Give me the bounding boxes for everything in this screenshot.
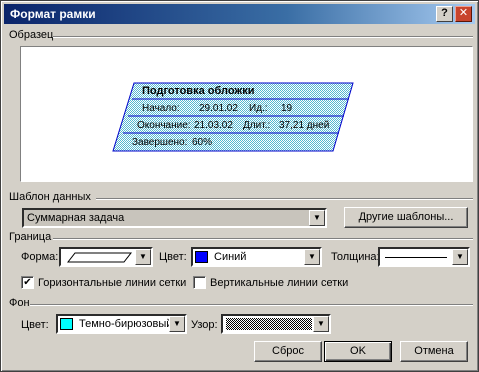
ok-button[interactable]: OK: [324, 341, 392, 362]
sample-separator: [53, 36, 473, 38]
chevron-down-icon[interactable]: ▼: [313, 316, 329, 332]
preview-duration-label: Длит.:: [243, 120, 271, 131]
vertical-gridlines-label: Вертикальные линии сетки: [210, 277, 349, 289]
border-section-label: Граница: [9, 231, 52, 243]
sample-preview: Подготовка обложки Начало: 29.01.02 Ид.:…: [20, 46, 473, 182]
border-color-dropdown[interactable]: Синий ▼: [191, 247, 322, 267]
pattern-label: Узор:: [191, 319, 218, 331]
line-thickness-icon: [385, 257, 447, 258]
thickness-dropdown[interactable]: ▼: [378, 247, 470, 267]
data-template-separator: [96, 198, 473, 200]
border-color-value: Синий: [214, 251, 247, 263]
background-color-label: Цвет:: [21, 319, 49, 331]
blue-color-swatch: [195, 251, 208, 263]
horizontal-gridlines-label: Горизонтальные линии сетки: [38, 277, 187, 289]
border-separator: [53, 238, 473, 240]
chevron-down-icon[interactable]: ▼: [169, 316, 185, 332]
preview-duration-value: 37,21 дней: [279, 120, 330, 131]
chevron-down-icon[interactable]: ▼: [309, 210, 325, 226]
shape-dropdown[interactable]: ▼: [59, 247, 153, 267]
thickness-label: Толщина:: [331, 251, 380, 263]
other-templates-button[interactable]: Другие шаблоны...: [344, 207, 468, 228]
close-button[interactable]: ✕: [455, 6, 472, 22]
preview-complete-value: 60%: [192, 137, 213, 148]
preview-start-value: 29.01.02: [199, 103, 238, 114]
vertical-gridlines-checkbox[interactable]: [193, 276, 206, 289]
preview-end-label: Окончание:: [137, 120, 191, 131]
sample-section-label: Образец: [9, 29, 54, 41]
format-box-dialog: Формат рамки ? ✕ Образец Подготовка обло…: [0, 0, 479, 372]
data-template-section-label: Шаблон данных: [9, 191, 91, 203]
reset-button[interactable]: Сброс: [254, 341, 322, 362]
preview-box-shape: [112, 82, 354, 152]
preview-id-label: Ид.:: [249, 103, 268, 114]
background-separator: [30, 304, 473, 306]
border-color-label: Цвет:: [159, 251, 187, 263]
teal-color-swatch: [60, 318, 73, 330]
dotted-pattern-icon: [226, 318, 312, 330]
data-template-value: Суммарная задача: [27, 212, 125, 224]
background-color-value: Темно-бирюзовый: [79, 318, 173, 330]
pattern-dropdown[interactable]: ▼: [221, 314, 331, 334]
preview-complete-label: Завершено:: [132, 137, 188, 148]
cancel-button[interactable]: Отмена: [400, 341, 468, 362]
preview-start-label: Начало:: [142, 103, 180, 114]
checkmark-icon: ✔: [23, 277, 32, 288]
chevron-down-icon[interactable]: ▼: [135, 249, 151, 265]
background-color-dropdown[interactable]: Темно-бирюзовый ▼: [56, 314, 187, 334]
preview-task-name: Подготовка обложки: [142, 85, 255, 97]
background-section-label: Фон: [9, 297, 30, 309]
chevron-down-icon[interactable]: ▼: [304, 249, 320, 265]
preview-id-value: 19: [281, 103, 293, 114]
chevron-down-icon[interactable]: ▼: [452, 249, 468, 265]
data-template-dropdown[interactable]: Суммарная задача ▼: [22, 208, 327, 228]
dialog-title: Формат рамки: [10, 7, 96, 21]
help-button[interactable]: ?: [436, 6, 453, 22]
horizontal-gridlines-checkbox[interactable]: ✔: [21, 276, 34, 289]
preview-end-value: 21.03.02: [194, 120, 233, 131]
parallelogram-shape-icon: [67, 252, 133, 263]
title-bar: Формат рамки ? ✕: [4, 4, 475, 24]
shape-label: Форма:: [21, 251, 59, 263]
